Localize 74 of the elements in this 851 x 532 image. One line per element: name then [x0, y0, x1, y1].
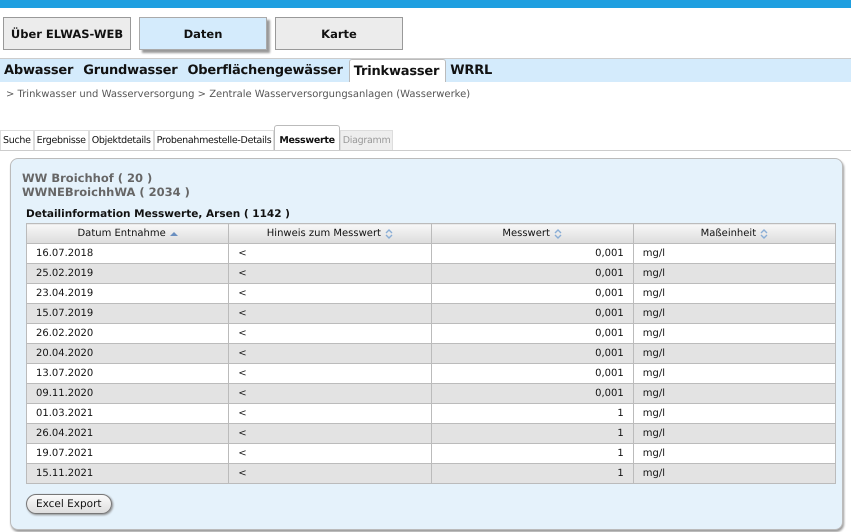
table-cell: < — [228, 404, 431, 424]
column-header[interactable]: Messwert — [431, 224, 634, 244]
sub-tab[interactable]: Messwerte — [274, 125, 340, 150]
sort-icon — [554, 228, 562, 238]
table-cell: < — [228, 364, 431, 384]
table-cell: 16.07.2018 — [26, 244, 229, 264]
sort-icon — [384, 228, 393, 238]
table-cell: mg/l — [633, 444, 836, 464]
sub-tab[interactable]: Objektdetails — [88, 130, 154, 150]
table-cell: 23.04.2019 — [26, 284, 229, 304]
table-cell: < — [228, 464, 431, 484]
table-cell: 15.07.2019 — [26, 304, 229, 324]
category-tab[interactable]: Grundwasser — [79, 59, 184, 82]
column-header[interactable]: Maßeinheit — [633, 224, 836, 244]
table-cell: mg/l — [633, 404, 836, 424]
table-cell: < — [228, 244, 431, 264]
station-heading: WWNEBroichhWA ( 2034 ) — [22, 185, 191, 199]
table-cell: 0,001 — [431, 264, 634, 284]
table-cell: < — [228, 424, 431, 444]
table-cell: 0,001 — [431, 344, 634, 364]
table-cell: 26.04.2021 — [26, 424, 229, 444]
table-title: Detailinformation Messwerte, Arsen ( 1142 ) — [26, 208, 291, 220]
table-cell: 25.02.2019 — [26, 264, 229, 284]
table-cell: < — [228, 264, 431, 284]
category-tab[interactable]: Trinkwasser — [348, 59, 446, 82]
main-nav-button[interactable]: Daten — [139, 17, 267, 50]
table-cell: 26.02.2020 — [26, 324, 229, 344]
table-cell: 1 — [431, 444, 634, 464]
table-cell: < — [228, 344, 431, 364]
table-cell: 0,001 — [431, 364, 634, 384]
table-cell: < — [228, 444, 431, 464]
table-cell: 09.11.2020 — [26, 384, 229, 404]
table-cell: 15.11.2021 — [26, 464, 229, 484]
table-cell: mg/l — [633, 424, 836, 444]
station-heading: WW Broichhof ( 20 ) — [22, 171, 154, 185]
table-cell: 01.03.2021 — [26, 404, 229, 424]
table-cell: 1 — [431, 464, 634, 484]
table-cell: mg/l — [633, 324, 836, 344]
table-cell: mg/l — [633, 344, 836, 364]
table-cell: 0,001 — [431, 244, 634, 264]
table-cell: 0,001 — [431, 384, 634, 404]
table-cell: mg/l — [633, 284, 836, 304]
table-cell: 1 — [431, 404, 634, 424]
sort-icon — [760, 228, 768, 238]
table-cell: mg/l — [633, 384, 836, 404]
category-tab[interactable]: WRRL — [446, 59, 498, 82]
main-nav-button[interactable]: Karte — [275, 17, 403, 50]
table-cell: 20.04.2020 — [26, 344, 229, 364]
sub-tab[interactable]: Probenahmestelle-Details — [154, 130, 274, 150]
table-cell: 0,001 — [431, 324, 634, 344]
table-cell: < — [228, 384, 431, 404]
sort-ascending-icon — [170, 230, 178, 238]
column-header[interactable]: Datum Entnahme — [26, 224, 229, 244]
breadcrumb: > Trinkwasser und Wasserversorgung > Zentrale Wasserversorgungsanlagen (Wasserwerke) — [5, 88, 472, 102]
table-cell: mg/l — [633, 304, 836, 324]
main-nav-button[interactable]: Über ELWAS-WEB — [3, 17, 131, 50]
table-cell: mg/l — [633, 264, 836, 284]
sub-tab[interactable]: Ergebnisse — [34, 130, 89, 150]
category-tab[interactable]: Abwasser — [0, 59, 80, 82]
table-cell: < — [228, 284, 431, 304]
table-cell: 0,001 — [431, 284, 634, 304]
sub-tab[interactable]: Suche — [0, 130, 34, 150]
table-cell: mg/l — [633, 364, 836, 384]
table-cell: 19.07.2021 — [26, 444, 229, 464]
table-cell: < — [228, 324, 431, 344]
table-cell: mg/l — [633, 244, 836, 264]
table-cell: 13.07.2020 — [26, 364, 229, 384]
table-cell: mg/l — [633, 464, 836, 484]
table-cell: 1 — [431, 424, 634, 444]
column-header[interactable]: Hinweis zum Messwert — [228, 224, 431, 244]
category-tab[interactable]: Oberflächengewässer — [183, 59, 349, 82]
excel-export-button[interactable]: Excel Export — [26, 494, 112, 514]
table-cell: 0,001 — [431, 304, 634, 324]
table-cell: < — [228, 304, 431, 324]
